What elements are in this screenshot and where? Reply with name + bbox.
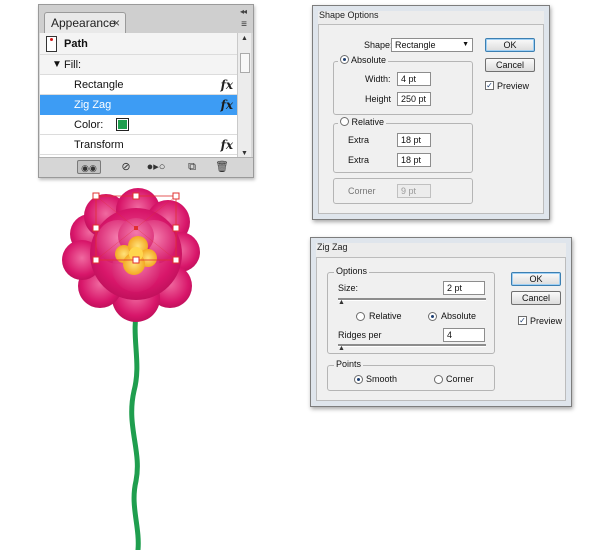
dialog-body: Options Size: 2 pt ▲ Relative Absolute R… — [316, 257, 566, 401]
appearance-panel: Appearance × ◂◂ ≡ Path ▼ Fill: Rectangle… — [38, 4, 254, 178]
fx-icon[interactable]: fx — [221, 135, 233, 155]
appearance-tab[interactable]: Appearance × — [44, 12, 126, 33]
absolute-radio[interactable] — [428, 312, 437, 321]
appearance-tab-label: Appearance — [51, 16, 116, 30]
options-group: Options Size: 2 pt ▲ Relative Absolute R… — [327, 266, 495, 354]
corner-field: 9 pt — [397, 184, 431, 198]
corner-label: Corner — [348, 186, 376, 196]
list-item-fill[interactable]: ▼ Fill: — [40, 55, 239, 75]
preview-label: Preview — [497, 81, 530, 91]
preview-checkbox[interactable]: ✓ — [518, 316, 527, 325]
smooth-radio[interactable] — [354, 375, 363, 384]
options-label: Options — [334, 266, 370, 276]
disclosure-triangle-icon[interactable]: ▼ — [52, 55, 62, 75]
extra-width-field[interactable]: 18 pt — [397, 133, 431, 147]
flower-artwork — [62, 188, 200, 550]
ridges-field[interactable]: 4 — [443, 328, 485, 342]
extra-height-field[interactable]: 18 pt — [397, 153, 431, 167]
duplicate-item-icon[interactable]: ⧉ — [185, 160, 199, 174]
shape-select-value: Rectangle — [395, 40, 436, 50]
fx-icon[interactable]: fx — [221, 75, 233, 95]
ridges-slider-thumb[interactable]: ▲ — [338, 345, 345, 352]
shape-select[interactable]: Rectangle ▼ — [391, 38, 473, 52]
absolute-label: Absolute — [441, 311, 477, 321]
corner-label: Corner — [446, 374, 474, 384]
relative-label: Relative — [351, 117, 385, 127]
zigzag-effect-label: Zig Zag — [74, 99, 112, 111]
dialog-title: Zig Zag — [317, 242, 348, 252]
relative-group: Relative Extra 18 pt Extra 18 pt — [333, 117, 473, 173]
ridges-label: Ridges per — [338, 330, 382, 340]
absolute-group-header: Absolute — [338, 55, 389, 65]
list-item-color[interactable]: Color: — [40, 115, 239, 135]
size-field[interactable]: 2 pt — [443, 281, 485, 295]
collapse-panel-icon[interactable]: ◂◂ — [240, 7, 247, 16]
size-slider-thumb[interactable]: ▲ — [338, 299, 345, 306]
flower-stem — [129, 301, 141, 550]
extra-height-label: Extra — [348, 155, 370, 165]
chevron-down-icon: ▼ — [462, 41, 469, 48]
relative-group-header: Relative — [338, 117, 387, 127]
absolute-label: Absolute — [351, 55, 387, 65]
size-label: Size: — [338, 283, 359, 293]
zigzag-dialog: Zig Zag Options Size: 2 pt ▲ Relative Ab… — [310, 237, 572, 407]
fill-color-swatch[interactable] — [116, 118, 129, 131]
path-label: Path — [64, 38, 88, 50]
list-item-path[interactable]: Path — [40, 33, 239, 55]
ridges-slider[interactable] — [338, 344, 486, 347]
scroll-thumb[interactable] — [240, 53, 250, 73]
panel-menu-icon[interactable]: ≡ — [241, 19, 247, 30]
points-group: Points Smooth Corner — [327, 359, 495, 391]
scroll-down-icon[interactable]: ▼ — [241, 150, 248, 157]
fx-icon[interactable]: fx — [221, 95, 233, 115]
extra-width-label: Extra — [348, 135, 370, 145]
dialog-body: Shape: Rectangle ▼ OK Cancel ✓ Preview A… — [318, 24, 544, 214]
rectangle-effect-label: Rectangle — [74, 79, 124, 91]
appearance-list: Path ▼ Fill: Rectangle fx Zig Zag fx Col… — [40, 33, 239, 159]
shape-label: Shape: — [364, 40, 393, 50]
size-slider[interactable] — [338, 298, 486, 301]
color-label: Color: — [74, 119, 104, 131]
ok-button[interactable]: OK — [485, 38, 535, 52]
fill-label: Fill: — [64, 59, 82, 71]
shape-options-dialog: Shape Options Shape: Rectangle ▼ OK Canc… — [312, 5, 550, 220]
width-field[interactable]: 4 pt — [397, 72, 431, 86]
reduce-basic-icon[interactable]: ●▸○ — [143, 160, 169, 174]
panel-tab-bar: Appearance × ◂◂ ≡ — [39, 5, 253, 33]
preview-checkbox[interactable]: ✓ — [485, 81, 494, 90]
smooth-label: Smooth — [366, 374, 398, 384]
corner-group: Corner 9 pt — [333, 178, 473, 204]
relative-label: Relative — [369, 311, 402, 321]
path-thumbnail-icon — [46, 36, 57, 52]
list-item-transform-effect[interactable]: Transform fx — [40, 135, 239, 155]
preview-label: Preview — [530, 316, 563, 326]
scroll-up-icon[interactable]: ▲ — [241, 35, 248, 42]
cancel-button[interactable]: Cancel — [485, 58, 535, 72]
list-item-rectangle-effect[interactable]: Rectangle fx — [40, 75, 239, 95]
visibility-toggle-icon[interactable]: ◉◉ — [77, 160, 101, 174]
close-icon[interactable]: × — [113, 13, 120, 33]
absolute-radio[interactable] — [340, 55, 349, 64]
transform-effect-label: Transform — [74, 139, 124, 151]
panel-bottom-bar: ◉◉ ⊘ ●▸○ ⧉ 🗑 — [39, 157, 253, 177]
points-label: Points — [334, 359, 364, 369]
list-item-zigzag-effect[interactable]: Zig Zag fx — [40, 95, 239, 115]
height-label: Height — [365, 94, 392, 104]
relative-radio[interactable] — [356, 312, 365, 321]
height-field[interactable]: 250 pt — [397, 92, 431, 106]
clear-appearance-icon[interactable]: ⊘ — [119, 160, 133, 174]
panel-scrollbar[interactable]: ▲ ▼ — [237, 33, 251, 159]
relative-radio[interactable] — [340, 117, 349, 126]
ok-button[interactable]: OK — [511, 272, 561, 286]
cancel-button[interactable]: Cancel — [511, 291, 561, 305]
delete-icon[interactable]: 🗑 — [215, 160, 229, 174]
dialog-title: Shape Options — [319, 10, 379, 20]
absolute-group: Absolute Width: 4 pt Height 250 pt — [333, 55, 473, 115]
width-label: Width: — [365, 74, 391, 84]
corner-radio[interactable] — [434, 375, 443, 384]
